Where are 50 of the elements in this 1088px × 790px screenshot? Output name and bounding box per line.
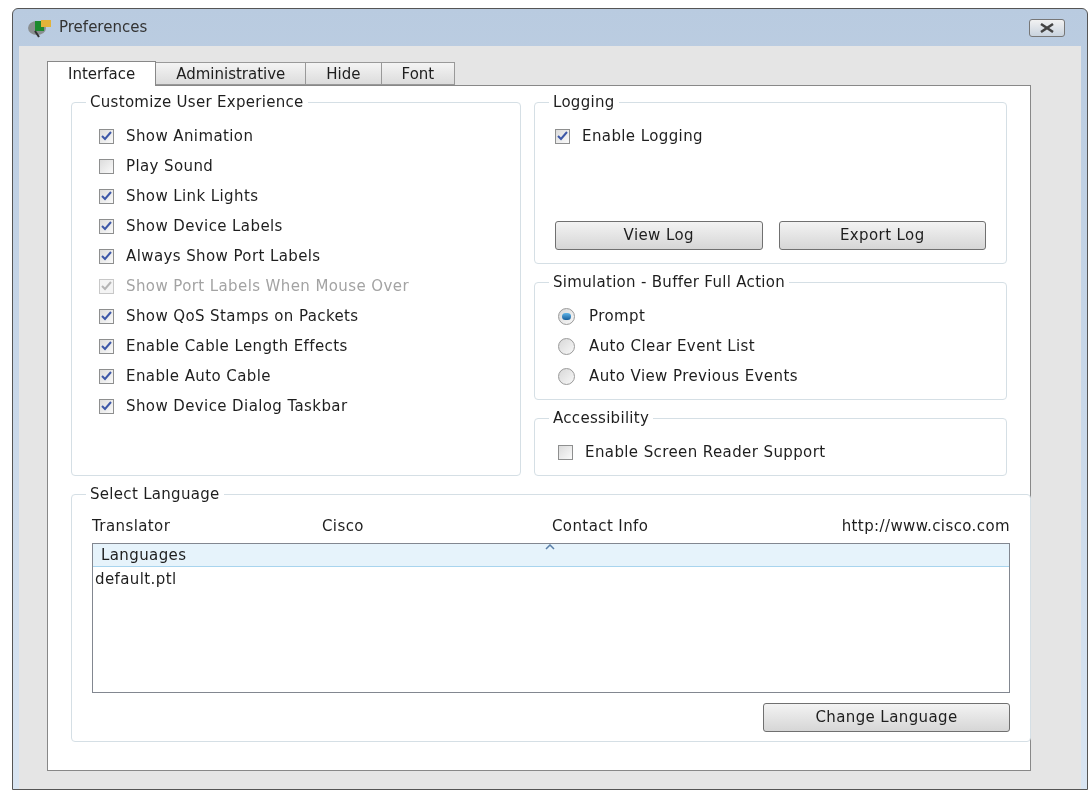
checkbox[interactable] xyxy=(99,248,114,264)
checkbox[interactable] xyxy=(99,218,114,234)
column-header-label: Languages xyxy=(101,544,187,566)
checkbox[interactable] xyxy=(99,128,114,144)
list-item[interactable]: default.ptl xyxy=(93,567,1009,591)
checkbox-label: Enable Cable Length Effects xyxy=(126,335,348,357)
radio-button[interactable] xyxy=(558,367,575,385)
checkbox[interactable] xyxy=(558,444,573,460)
info-text: Contact Info xyxy=(552,515,650,537)
group-title: Logging xyxy=(549,93,619,111)
radio-label: Auto Clear Event List xyxy=(589,335,755,357)
info-text: http://www.cisco.com xyxy=(840,515,1010,537)
checkbox-label: Show Device Dialog Taskbar xyxy=(126,395,348,417)
checkbox[interactable] xyxy=(99,158,114,174)
checkbox-label: Enable Auto Cable xyxy=(126,365,271,387)
group-title: Select Language xyxy=(86,485,224,503)
push-button[interactable]: View Log xyxy=(555,221,763,250)
radio-button[interactable] xyxy=(558,307,575,325)
checkbox[interactable] xyxy=(99,308,114,324)
checkbox-label: Play Sound xyxy=(126,155,214,177)
close-icon xyxy=(1039,22,1055,33)
radio-button[interactable] xyxy=(558,337,575,355)
checkbox[interactable] xyxy=(555,128,570,144)
tab[interactable]: Interface xyxy=(47,61,157,86)
checkbox-label: Show Device Labels xyxy=(126,215,283,237)
info-text: Cisco xyxy=(322,515,365,537)
column-header[interactable]: Languages xyxy=(93,544,1009,567)
checkbox-label: Show Port Labels When Mouse Over xyxy=(126,275,409,297)
checkbox-label: Enable Screen Reader Support xyxy=(585,441,826,463)
push-button[interactable]: Change Language xyxy=(763,703,1010,732)
radio-label: Prompt xyxy=(589,305,646,327)
push-button[interactable]: Export Log xyxy=(778,221,986,250)
radio-label: Auto View Previous Events xyxy=(589,365,798,387)
checkbox-label: Show Animation xyxy=(126,125,254,147)
checkbox[interactable] xyxy=(99,398,114,414)
checkbox[interactable] xyxy=(99,368,114,384)
checkbox-label: Show Link Lights xyxy=(126,185,259,207)
tab[interactable]: Hide xyxy=(306,62,382,85)
window-title: Preferences xyxy=(59,17,148,39)
tab[interactable]: Administrative xyxy=(156,62,307,85)
checkbox[interactable] xyxy=(99,338,114,354)
checkbox[interactable] xyxy=(99,188,114,204)
group-title: Customize User Experience xyxy=(86,93,308,111)
checkbox-label: Show QoS Stamps on Packets xyxy=(126,305,359,327)
tab[interactable]: Font xyxy=(381,62,456,85)
checkbox-label: Always Show Port Labels xyxy=(126,245,321,267)
checkbox-label: Enable Logging xyxy=(582,125,703,147)
info-text: Translator xyxy=(92,515,172,537)
group-title: Accessibility xyxy=(549,409,654,427)
close-button[interactable] xyxy=(1029,18,1065,37)
